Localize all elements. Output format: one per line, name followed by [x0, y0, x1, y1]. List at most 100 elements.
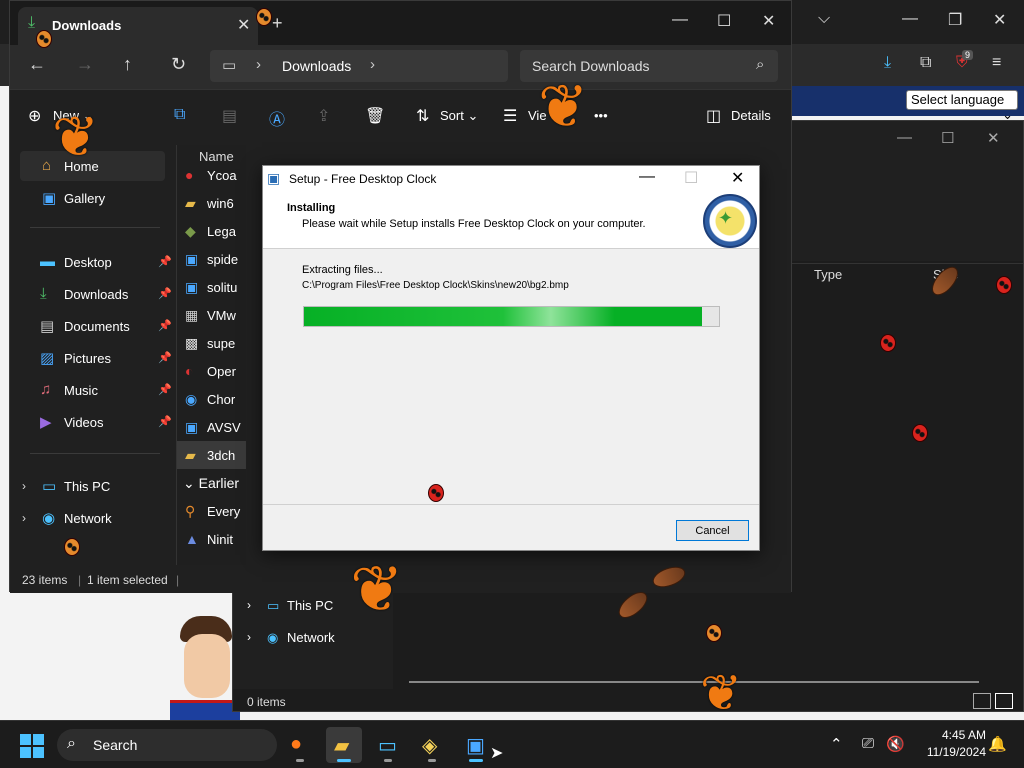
- chevron-right-icon[interactable]: ›: [247, 630, 251, 644]
- sidebar-item-music[interactable]: ♫ Music 📌: [20, 375, 172, 405]
- taskbar-date[interactable]: 11/19/2024: [916, 745, 986, 759]
- new-tab-icon[interactable]: +: [272, 13, 283, 34]
- explorer-back-maximize-button[interactable]: ☐: [941, 129, 954, 147]
- pin-icon[interactable]: 📌: [158, 255, 172, 268]
- file-row[interactable]: ▣ spide: [177, 245, 246, 273]
- extensions-icon[interactable]: ⧉: [920, 54, 931, 72]
- back-arrow-icon[interactable]: ←: [28, 54, 46, 75]
- forward-arrow-icon[interactable]: →: [76, 54, 94, 75]
- explorer-close-button[interactable]: ✕: [762, 11, 775, 31]
- rename-icon[interactable]: Ⓐ: [269, 106, 285, 130]
- group-header-earlier[interactable]: ⌄ Earlier: [183, 475, 239, 492]
- taskbar-file-explorer[interactable]: ▰: [326, 727, 362, 763]
- paste-icon[interactable]: ▤: [222, 106, 237, 126]
- running-indicator: [428, 759, 436, 762]
- network-icon: ◉: [42, 510, 56, 527]
- explorer-maximize-button[interactable]: ☐: [717, 11, 731, 31]
- taskbar-app-window[interactable]: ▭: [370, 727, 406, 763]
- file-row[interactable]: ● Ycoa: [177, 161, 246, 189]
- volume-muted-icon[interactable]: 🔇: [886, 735, 905, 753]
- chevron-right-icon[interactable]: ›: [247, 598, 251, 612]
- sidebar-item-network[interactable]: › ◉ Network: [10, 503, 155, 533]
- explorer-minimize-button[interactable]: —: [672, 11, 688, 29]
- tiles-view-button[interactable]: [995, 693, 1013, 709]
- downloads-icon[interactable]: ⤓: [884, 54, 891, 72]
- delete-icon[interactable]: 🗑: [365, 106, 385, 126]
- pin-icon[interactable]: 📌: [158, 319, 172, 332]
- taskbar-setup[interactable]: ▣: [458, 727, 494, 763]
- show-hidden-icons-chevron-icon[interactable]: ⌃: [830, 735, 843, 753]
- nav-network[interactable]: Network: [287, 630, 335, 645]
- browser-restore-button[interactable]: ❐: [948, 10, 962, 30]
- file-row[interactable]: ⚲ Every: [177, 497, 246, 525]
- file-row[interactable]: ▣ solitu: [177, 273, 246, 301]
- network-tray-icon[interactable]: ⎚: [862, 735, 874, 752]
- ladybug-decoration: [36, 30, 52, 48]
- videos-icon: ▶: [40, 414, 52, 431]
- start-button[interactable]: [20, 734, 44, 758]
- sidebar-item-videos[interactable]: ▶ Videos 📌: [20, 407, 172, 437]
- file-row[interactable]: ▰ win6: [177, 189, 246, 217]
- nav-this-pc[interactable]: This PC: [287, 598, 333, 613]
- sidebar-item-documents[interactable]: ▤ Documents 📌: [20, 311, 172, 341]
- sort-button[interactable]: Sort ⌄: [440, 108, 478, 124]
- taskbar-desktop-app[interactable]: ◈: [414, 727, 450, 763]
- file-row[interactable]: ◉ Chor: [177, 385, 246, 413]
- details-pane-icon: ◫: [706, 108, 722, 125]
- setup-close-button[interactable]: ✕: [731, 168, 744, 188]
- sidebar-item-pictures[interactable]: ▨ Pictures 📌: [20, 343, 172, 373]
- up-arrow-icon[interactable]: ↑: [123, 54, 132, 75]
- copy-icon[interactable]: ⧉: [174, 106, 185, 124]
- pin-icon[interactable]: 📌: [158, 383, 172, 396]
- sidebar-item-label: Network: [64, 511, 112, 526]
- taskbar-search-box[interactable]: ⌕ Search: [57, 729, 277, 761]
- windows-logo-icon: [33, 734, 44, 745]
- sidebar-item-desktop[interactable]: ▬ Desktop 📌: [20, 247, 172, 277]
- chevron-right-icon[interactable]: ›: [22, 479, 26, 493]
- explorer-back-close-button[interactable]: ✕: [987, 129, 1000, 147]
- horizontal-scrollbar[interactable]: [409, 681, 979, 683]
- sidebar-item-downloads[interactable]: ⤓ Downloads 📌: [20, 279, 172, 309]
- search-icon[interactable]: ⌕: [756, 56, 764, 73]
- pin-icon[interactable]: 📌: [158, 415, 172, 428]
- chevron-right-icon[interactable]: ›: [370, 56, 375, 73]
- running-indicator: [469, 759, 483, 762]
- status-separator: |: [176, 573, 180, 587]
- more-options-button[interactable]: •••: [594, 108, 608, 123]
- pin-icon[interactable]: 📌: [158, 287, 172, 300]
- progress-fill: [304, 307, 703, 326]
- file-row[interactable]: ◐ Oper: [177, 357, 246, 385]
- refresh-icon[interactable]: ↻: [171, 54, 186, 75]
- language-select[interactable]: Select language ⌄: [906, 90, 1018, 122]
- tab-list-chevron-icon[interactable]: ⌵: [818, 10, 830, 28]
- setup-minimize-button[interactable]: —: [639, 168, 655, 186]
- file-row[interactable]: ◆ Lega: [177, 217, 246, 245]
- address-location[interactable]: Downloads: [282, 58, 351, 74]
- sidebar-item-gallery[interactable]: ▣ Gallery: [20, 183, 165, 213]
- file-row[interactable]: ▦ VMw: [177, 301, 246, 329]
- explorer-back-minimize-button[interactable]: —: [897, 129, 912, 146]
- file-row-selected[interactable]: ▰ 3dch: [177, 441, 246, 469]
- sidebar-item-this-pc[interactable]: › ▭ This PC: [10, 471, 155, 501]
- details-button[interactable]: Details: [731, 108, 771, 123]
- file-row[interactable]: ▣ AVSV: [177, 413, 246, 441]
- taskbar-time[interactable]: 4:45 AM: [932, 728, 986, 742]
- file-row[interactable]: ▩ supe: [177, 329, 246, 357]
- menu-icon[interactable]: ≡: [992, 54, 1001, 72]
- sort-icon: ⇅: [416, 108, 430, 125]
- pin-icon[interactable]: 📌: [158, 351, 172, 364]
- close-tab-icon[interactable]: ✕: [237, 15, 250, 35]
- chevron-right-icon[interactable]: ›: [22, 511, 26, 525]
- share-icon[interactable]: ⇪: [317, 106, 330, 126]
- notification-bell-icon[interactable]: 🔔: [988, 735, 1007, 753]
- column-header-type[interactable]: Type: [814, 267, 842, 282]
- taskbar-firefox[interactable]: ●: [282, 727, 318, 763]
- file-name: win6: [207, 196, 234, 211]
- browser-minimize-button[interactable]: —: [902, 10, 918, 28]
- browser-close-button[interactable]: ✕: [993, 10, 1006, 30]
- address-bar[interactable]: ▭ › Downloads ›: [210, 50, 508, 82]
- tab-downloads[interactable]: ⤓ Downloads ✕: [18, 7, 258, 45]
- file-row[interactable]: ▲ Ninit: [177, 525, 246, 553]
- details-view-button[interactable]: [973, 693, 991, 709]
- cancel-button[interactable]: Cancel: [676, 520, 749, 541]
